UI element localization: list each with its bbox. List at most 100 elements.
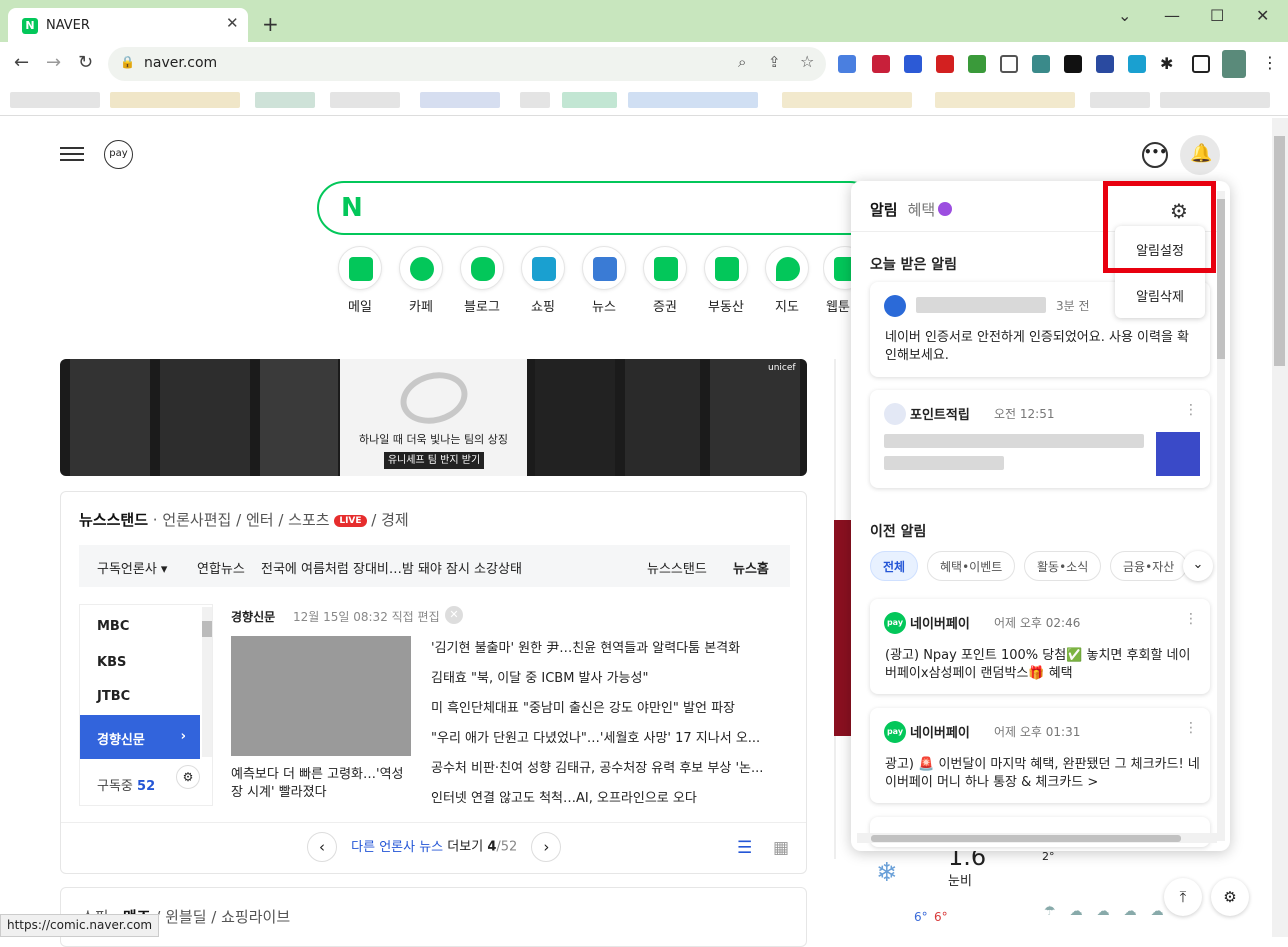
zoom-icon[interactable]: ⌕ — [738, 53, 746, 71]
tab-newsstand[interactable]: 뉴스스탠드 — [79, 511, 148, 529]
download-extension-icon[interactable] — [904, 55, 922, 73]
tab-economy[interactable]: 경제 — [381, 511, 409, 529]
service-stock[interactable]: 증권 — [640, 246, 690, 315]
close-tab-icon[interactable]: ✕ — [226, 14, 239, 32]
chevron-down-icon[interactable]: ⌄ — [1183, 551, 1213, 581]
extension-icon[interactable] — [1096, 55, 1114, 73]
tab-shopping-live[interactable]: 쇼핑라이브 — [221, 908, 290, 926]
page-settings-gear-icon[interactable]: ⚙ — [1211, 878, 1249, 916]
service-news[interactable]: 뉴스 — [579, 246, 629, 315]
notification-card[interactable]: pay 네이버페이 어제 오후 02:46 ⋮ (광고) Npay 포인트 10… — [870, 599, 1210, 694]
panel-horizontal-thumb[interactable] — [871, 835, 1181, 842]
newsstand-link[interactable]: 뉴스스탠드 — [647, 558, 707, 577]
filter-chip-activity[interactable]: 활동•소식 — [1024, 551, 1102, 581]
press-item-active[interactable]: 경향신문 › — [80, 715, 200, 759]
right-ad-image[interactable] — [834, 520, 852, 736]
article-thumbnail[interactable] — [231, 636, 411, 756]
notification-bell-button[interactable]: 🔔 — [1180, 135, 1220, 175]
service-blog[interactable]: 블로그 — [457, 246, 507, 315]
lock-icon[interactable]: 🔒 — [120, 55, 135, 69]
service-webtoon[interactable]: 웹툰 — [823, 246, 853, 315]
close-window-icon[interactable]: ✕ — [1256, 6, 1269, 25]
bookmark-extension-icon[interactable] — [1000, 55, 1018, 73]
profile-avatar[interactable] — [1222, 50, 1246, 78]
press-item[interactable]: JTBC — [80, 679, 200, 713]
extensions-puzzle-icon[interactable]: ✱ — [1160, 54, 1173, 73]
headline-link[interactable]: "우리 애가 단원고 다녔었나"…'세월호 사망' 17 지나서 오... — [431, 727, 760, 746]
service-shopping[interactable]: 쇼핑 — [518, 246, 568, 315]
bookmark-item[interactable] — [1090, 92, 1150, 108]
filter-chip-all[interactable]: 전체 — [870, 551, 919, 581]
tab-benefits[interactable]: 혜택 — [908, 201, 936, 219]
more-options-icon[interactable]: ⋮ — [1184, 611, 1198, 627]
bookmark-item[interactable] — [782, 92, 912, 108]
extension-icon[interactable] — [1128, 55, 1146, 73]
bookmark-item[interactable] — [110, 92, 240, 108]
service-cafe[interactable]: 카페 — [396, 246, 446, 315]
headline-link[interactable]: 미 흑인단체대표 "중남미 출신은 강도 야만인" 발언 파장 — [431, 697, 735, 716]
share-icon[interactable]: ⇪ — [768, 53, 781, 71]
side-panel-icon[interactable] — [1192, 55, 1210, 73]
notification-card[interactable]: 포인트적립 오전 12:51 ⋮ — [870, 390, 1210, 488]
tab-search-icon[interactable]: ⌄ — [1118, 6, 1131, 25]
reload-icon[interactable]: ↻ — [78, 52, 93, 73]
list-view-icon[interactable]: ☰ — [737, 838, 752, 858]
extension-icon[interactable] — [968, 55, 986, 73]
search-input[interactable]: N — [317, 181, 877, 235]
pdf-extension-icon[interactable] — [936, 55, 954, 73]
tab-enter[interactable]: 엔터 — [246, 511, 274, 529]
scroll-top-icon[interactable]: ⤒ — [1164, 878, 1202, 916]
address-bar[interactable]: 🔒 naver.com ⌕ ⇪ ☆ — [108, 47, 826, 81]
translate-extension-icon[interactable] — [838, 55, 856, 73]
bookmark-item[interactable] — [1160, 92, 1270, 108]
service-mail[interactable]: 메일 — [335, 246, 385, 315]
new-tab-icon[interactable]: + — [262, 12, 279, 36]
menu-item-delete-notifications[interactable]: 알림삭제 — [1115, 286, 1205, 305]
naver-pay-button[interactable]: pay — [104, 140, 133, 169]
headline-link[interactable]: 인터넷 연결 않고도 척척…AI, 오프라인으로 오다 — [431, 787, 697, 806]
press-settings-gear-icon[interactable]: ⚙ — [176, 765, 200, 789]
headline-link[interactable]: 공수처 비판·친여 성향 김태규, 공수처장 유력 후보 부상 '논... — [431, 757, 763, 776]
bookmark-item[interactable] — [628, 92, 758, 108]
more-options-icon[interactable]: ⋮ — [1184, 402, 1198, 418]
bookmark-item[interactable] — [420, 92, 500, 108]
service-realestate[interactable]: 부동산 — [701, 246, 751, 315]
bookmark-item[interactable] — [10, 92, 100, 108]
tab-press-edit[interactable]: 언론사편집 — [162, 511, 231, 529]
maximize-icon[interactable]: ☐ — [1210, 6, 1224, 25]
headline-link[interactable]: '김기현 불출마' 원한 尹…친윤 현역들과 알력다툼 본격화 — [431, 637, 740, 656]
ticker-headline[interactable]: 전국에 여름처럼 장대비…밤 돼야 잠시 소강상태 — [261, 558, 522, 577]
article-press[interactable]: 경향신문 — [231, 608, 275, 625]
bookmark-item[interactable] — [255, 92, 315, 108]
notification-card[interactable]: pay 네이버페이 어제 오후 01:31 ⋮ 광고) 🚨 이번달이 마지막 혜… — [870, 708, 1210, 803]
more-press-link[interactable]: 다른 언론사 뉴스 — [351, 840, 443, 855]
grid-view-icon[interactable]: ▦ — [773, 838, 789, 858]
press-item[interactable]: KBS — [80, 645, 200, 679]
tab-notifications[interactable]: 알림 — [870, 201, 898, 219]
thumbnail-caption[interactable]: 예측보다 더 빠른 고령화…'역성장 시계' 빨라졌다 — [231, 766, 411, 802]
more-options-icon[interactable]: ⋮ — [1184, 720, 1198, 736]
headline-link[interactable]: 김태효 "북, 이달 중 ICBM 발사 가능성" — [431, 667, 648, 686]
page-scroll-thumb[interactable] — [1274, 136, 1285, 366]
forward-icon[interactable]: → — [46, 52, 61, 73]
press-item[interactable]: MBC — [80, 609, 200, 643]
banner-button[interactable]: 유니세프 팀 반지 받기 — [384, 452, 484, 469]
bookmark-item[interactable] — [520, 92, 550, 108]
tab-sports[interactable]: 스포츠 — [288, 511, 329, 529]
filter-chip-events[interactable]: 혜택•이벤트 — [927, 551, 1016, 581]
bookmark-item[interactable] — [562, 92, 617, 108]
ad-banner[interactable]: 하나일 때 더욱 빛나는 팀의 상징 유니세프 팀 반지 받기 unicef — [60, 359, 807, 476]
bookmark-item[interactable] — [330, 92, 400, 108]
extension-icon[interactable] — [872, 55, 890, 73]
subscribed-press-dropdown[interactable]: 구독언론사 ▾ — [97, 558, 167, 577]
ticker-source[interactable]: 연합뉴스 — [197, 558, 245, 577]
browser-menu-icon[interactable]: ⋮ — [1262, 53, 1278, 72]
bookmark-item[interactable] — [935, 92, 1075, 108]
browser-tab[interactable]: N NAVER ✕ — [8, 8, 248, 42]
panel-scroll-thumb[interactable] — [1217, 199, 1225, 359]
extension-icon[interactable] — [1032, 55, 1050, 73]
prev-page-icon[interactable]: ‹ — [307, 832, 337, 862]
next-page-icon[interactable]: › — [531, 832, 562, 862]
minimize-icon[interactable]: — — [1164, 6, 1180, 25]
filter-chip-finance[interactable]: 금융•자산 — [1110, 551, 1188, 581]
